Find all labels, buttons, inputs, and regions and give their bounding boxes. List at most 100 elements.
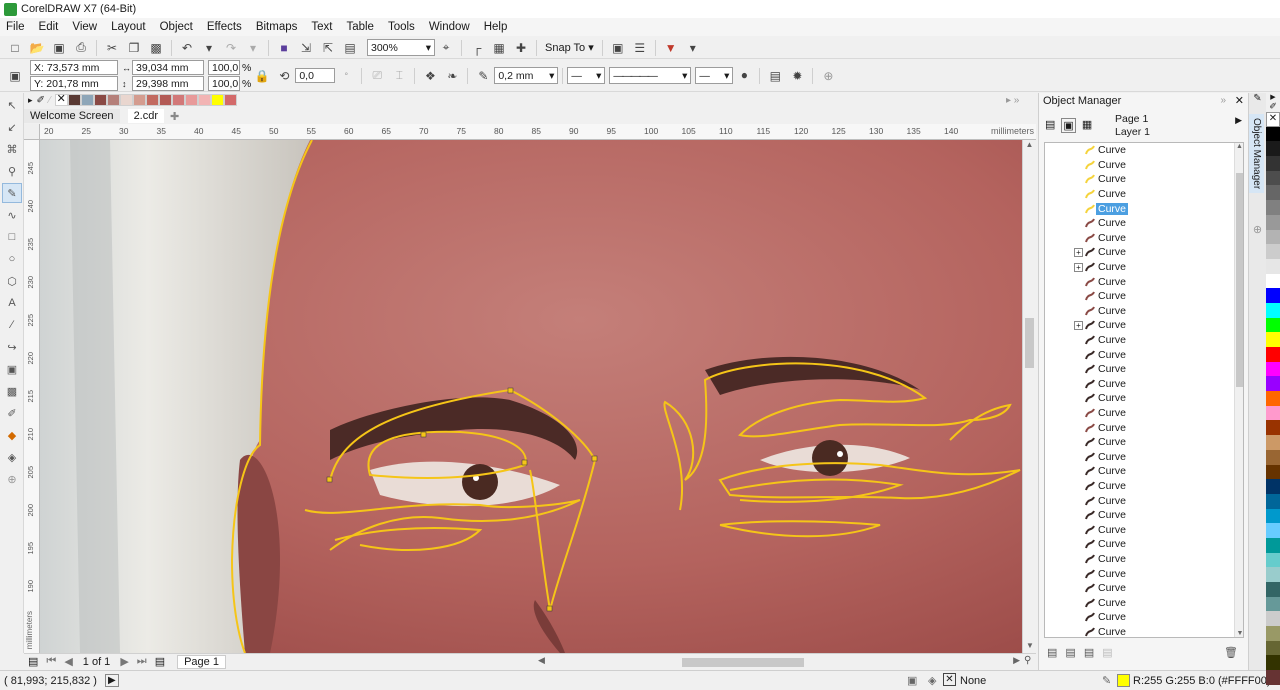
close-curve-icon[interactable]: ⦁ — [735, 67, 753, 85]
crop-tool-icon[interactable]: ⌘ — [2, 139, 22, 159]
interactive-fill-icon[interactable]: ◆ — [2, 425, 22, 445]
scroll-down-icon[interactable]: ▼ — [1235, 630, 1243, 637]
object-tree-row[interactable]: Curve — [1045, 566, 1243, 581]
add-docker-icon[interactable]: ⊕ — [1249, 223, 1266, 236]
palette-swatch[interactable] — [1266, 464, 1280, 480]
new-master-layer-icon[interactable]: ▤ — [1065, 646, 1075, 659]
palette-swatch[interactable] — [1266, 670, 1280, 685]
h-scroll-thumb[interactable] — [682, 658, 804, 667]
last-page-icon[interactable]: ⏭ — [137, 655, 147, 668]
menu-edit[interactable]: Edit — [39, 21, 59, 33]
move-to-layer-icon[interactable]: ▤ — [1102, 646, 1112, 659]
palette-swatch[interactable] — [1266, 126, 1280, 142]
flyout-arrow-icon[interactable]: ▶ — [1235, 115, 1242, 126]
object-tree-row[interactable]: Curve — [1045, 479, 1243, 494]
rectangle-tool-icon[interactable]: □ — [2, 227, 22, 247]
smart-fill-icon[interactable]: ◈ — [2, 447, 22, 467]
object-tree-row[interactable]: Curve — [1045, 231, 1243, 246]
drop-shadow-icon[interactable]: ▣ — [2, 359, 22, 379]
document-swatch[interactable] — [80, 94, 94, 106]
object-tree-scrollbar[interactable]: ▲ ▼ — [1234, 143, 1243, 637]
object-tree-row[interactable]: Curve — [1045, 304, 1243, 319]
object-tree-row[interactable]: Curve — [1045, 406, 1243, 421]
rotation-icon[interactable]: ⟲ — [275, 67, 293, 85]
export-icon[interactable]: ⇱ — [319, 39, 337, 57]
object-tree-row[interactable]: Curve — [1045, 347, 1243, 362]
close-docker-icon[interactable]: ✕ — [1235, 94, 1244, 107]
palette-swatch[interactable] — [1266, 552, 1280, 568]
object-tree-row[interactable]: Curve — [1045, 581, 1243, 596]
search-content-icon[interactable]: ■ — [275, 39, 293, 57]
parallel-dimension-icon[interactable]: ∕ — [2, 315, 22, 335]
palette-swatch[interactable] — [1266, 361, 1280, 377]
scale-width-field[interactable]: 100,0 — [208, 60, 240, 75]
palette-swatch[interactable] — [1266, 200, 1280, 215]
menu-tools[interactable]: Tools — [388, 21, 415, 33]
start-arrowhead-select[interactable]: — ▾ — [567, 67, 606, 84]
object-tree-row[interactable]: Curve — [1045, 172, 1243, 187]
object-tree-row[interactable]: Curve — [1045, 449, 1243, 464]
redo-dropdown-icon[interactable]: ▾ — [244, 39, 262, 57]
cut-icon[interactable]: ✂ — [103, 39, 121, 57]
palette-swatch[interactable] — [1266, 493, 1280, 509]
bezier-node-icon[interactable]: ❖ — [421, 67, 439, 85]
no-color-icon[interactable]: ∕ — [49, 95, 51, 106]
expand-icon[interactable]: + — [1074, 320, 1083, 330]
object-tree-row[interactable]: Curve — [1045, 216, 1243, 231]
palette-swatch[interactable] — [1266, 537, 1280, 553]
document-swatch[interactable] — [119, 94, 133, 106]
auto-reduce-icon[interactable]: ✹ — [788, 67, 806, 85]
palette-swatch[interactable] — [1266, 523, 1280, 538]
object-tree-row[interactable]: + Curve — [1045, 318, 1243, 333]
transparency-tool-icon[interactable]: ▩ — [2, 381, 22, 401]
palette-swatch[interactable] — [1266, 655, 1280, 671]
ellipse-tool-icon[interactable]: ○ — [2, 249, 22, 269]
document-swatch[interactable] — [223, 94, 237, 106]
document-swatch[interactable] — [132, 94, 146, 106]
document-color-icon[interactable]: ▣ — [907, 674, 917, 687]
show-rulers-icon[interactable]: ┌ — [468, 39, 486, 57]
outline-width-select[interactable]: 0,2 mm ▾ — [494, 67, 559, 84]
drawing-canvas[interactable] — [40, 140, 1022, 653]
palette-swatch[interactable] — [1266, 332, 1280, 347]
object-tree-row[interactable]: Curve — [1045, 201, 1243, 216]
palette-swatch[interactable] — [1266, 405, 1280, 421]
object-tree-row[interactable]: + Curve — [1045, 245, 1243, 260]
object-tree-row[interactable]: Curve — [1045, 362, 1243, 377]
page-options-icon[interactable]: ▤ — [28, 655, 38, 668]
new-tab-icon[interactable]: ✚ — [170, 110, 179, 123]
palette-swatch[interactable] — [1266, 611, 1280, 627]
layer-manager-view-icon[interactable]: ▤ — [1045, 118, 1055, 133]
open-icon[interactable]: 📂 — [28, 39, 46, 57]
menu-help[interactable]: Help — [484, 21, 508, 33]
vertical-ruler[interactable]: 245 240 235 230 225 220 215 210 205 200 195 190 mil… — [24, 140, 40, 653]
tab-document[interactable]: 2.cdr — [127, 109, 165, 123]
menu-bitmaps[interactable]: Bitmaps — [256, 21, 298, 33]
add-page-icon[interactable]: ▤ — [155, 655, 165, 668]
horizontal-scrollbar[interactable]: ◀ ▶ — [534, 655, 1022, 668]
palette-swatch[interactable] — [1266, 582, 1280, 597]
palette-eyedropper-icon[interactable]: ✐ — [1266, 101, 1280, 112]
palette-swatch[interactable] — [1266, 626, 1280, 641]
palette-swatch[interactable] — [1266, 317, 1280, 333]
palette-swatch[interactable] — [1266, 435, 1280, 450]
object-tree-row[interactable]: Curve — [1045, 274, 1243, 289]
end-arrowhead-select[interactable]: — ▾ — [695, 67, 734, 84]
palette-swatch[interactable] — [1266, 185, 1280, 201]
object-tree-row[interactable]: Curve — [1045, 625, 1243, 637]
ruler-origin[interactable] — [24, 124, 40, 140]
expand-icon[interactable]: + — [1074, 247, 1083, 257]
object-tree-row[interactable]: Curve — [1045, 143, 1243, 158]
edit-across-layers-icon[interactable]: ▦ — [1082, 118, 1092, 133]
zoom-level-select[interactable]: 300% ▾ — [367, 39, 435, 56]
tab-welcome-screen[interactable]: Welcome Screen — [24, 109, 120, 123]
import-icon[interactable]: ⇲ — [297, 39, 315, 57]
zoom-to-page-icon[interactable]: ⌖ — [437, 39, 455, 57]
add-icon[interactable]: ⊕ — [819, 67, 837, 85]
copy-icon[interactable]: ❐ — [125, 39, 143, 57]
show-grid-icon[interactable]: ▦ — [490, 39, 508, 57]
object-origin-icon[interactable]: ▣ — [6, 67, 24, 85]
swatch-none[interactable]: ✕ — [54, 93, 68, 106]
palette-swatch[interactable] — [1266, 170, 1280, 186]
scroll-left-icon[interactable]: ◀ — [538, 655, 545, 666]
